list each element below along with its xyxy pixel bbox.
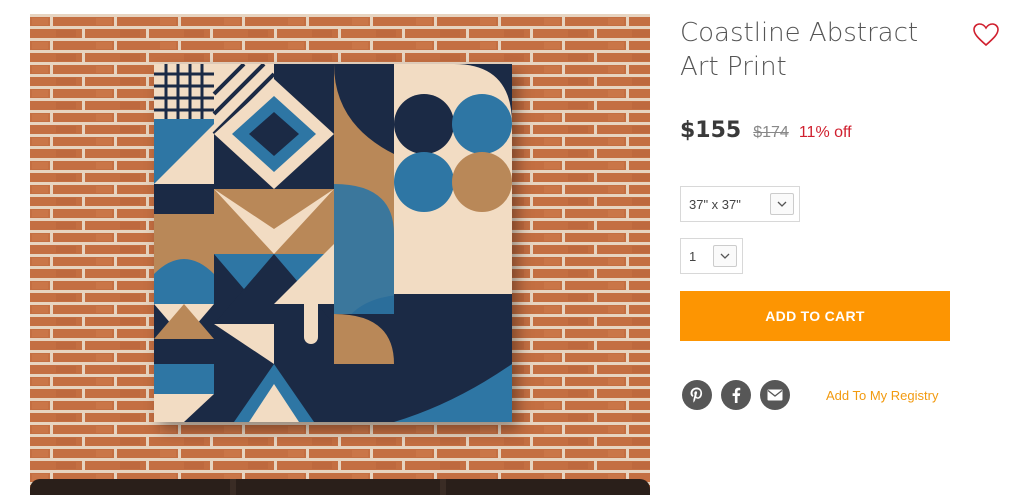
sofa (30, 479, 650, 495)
quantity-select[interactable]: 1 (680, 238, 743, 274)
chevron-down-icon[interactable] (713, 245, 737, 267)
discount-label: 11% off (798, 124, 852, 141)
size-select[interactable]: 37" x 37" (680, 186, 800, 222)
quantity-value: 1 (689, 248, 697, 264)
email-icon (767, 389, 783, 401)
wishlist-button[interactable] (972, 22, 1000, 48)
email-share-button[interactable] (760, 380, 790, 410)
size-value: 37" x 37" (689, 196, 741, 212)
pinterest-share-button[interactable] (682, 380, 712, 410)
heart-outline-icon (973, 23, 999, 47)
original-price: $174 (753, 124, 789, 141)
product-image[interactable] (30, 14, 650, 495)
facebook-share-button[interactable] (721, 380, 751, 410)
pinterest-icon (690, 387, 703, 403)
price-row: $155 $174 11% off (680, 118, 852, 143)
add-to-cart-button[interactable]: ADD TO CART (680, 291, 950, 341)
chevron-down-icon[interactable] (770, 193, 794, 215)
facebook-icon (732, 387, 741, 403)
product-title: Coastline Abstract Art Print (680, 18, 919, 82)
current-price: $155 (680, 118, 742, 143)
add-to-registry-link[interactable]: Add To My Registry (826, 388, 938, 403)
art-print (154, 64, 512, 422)
